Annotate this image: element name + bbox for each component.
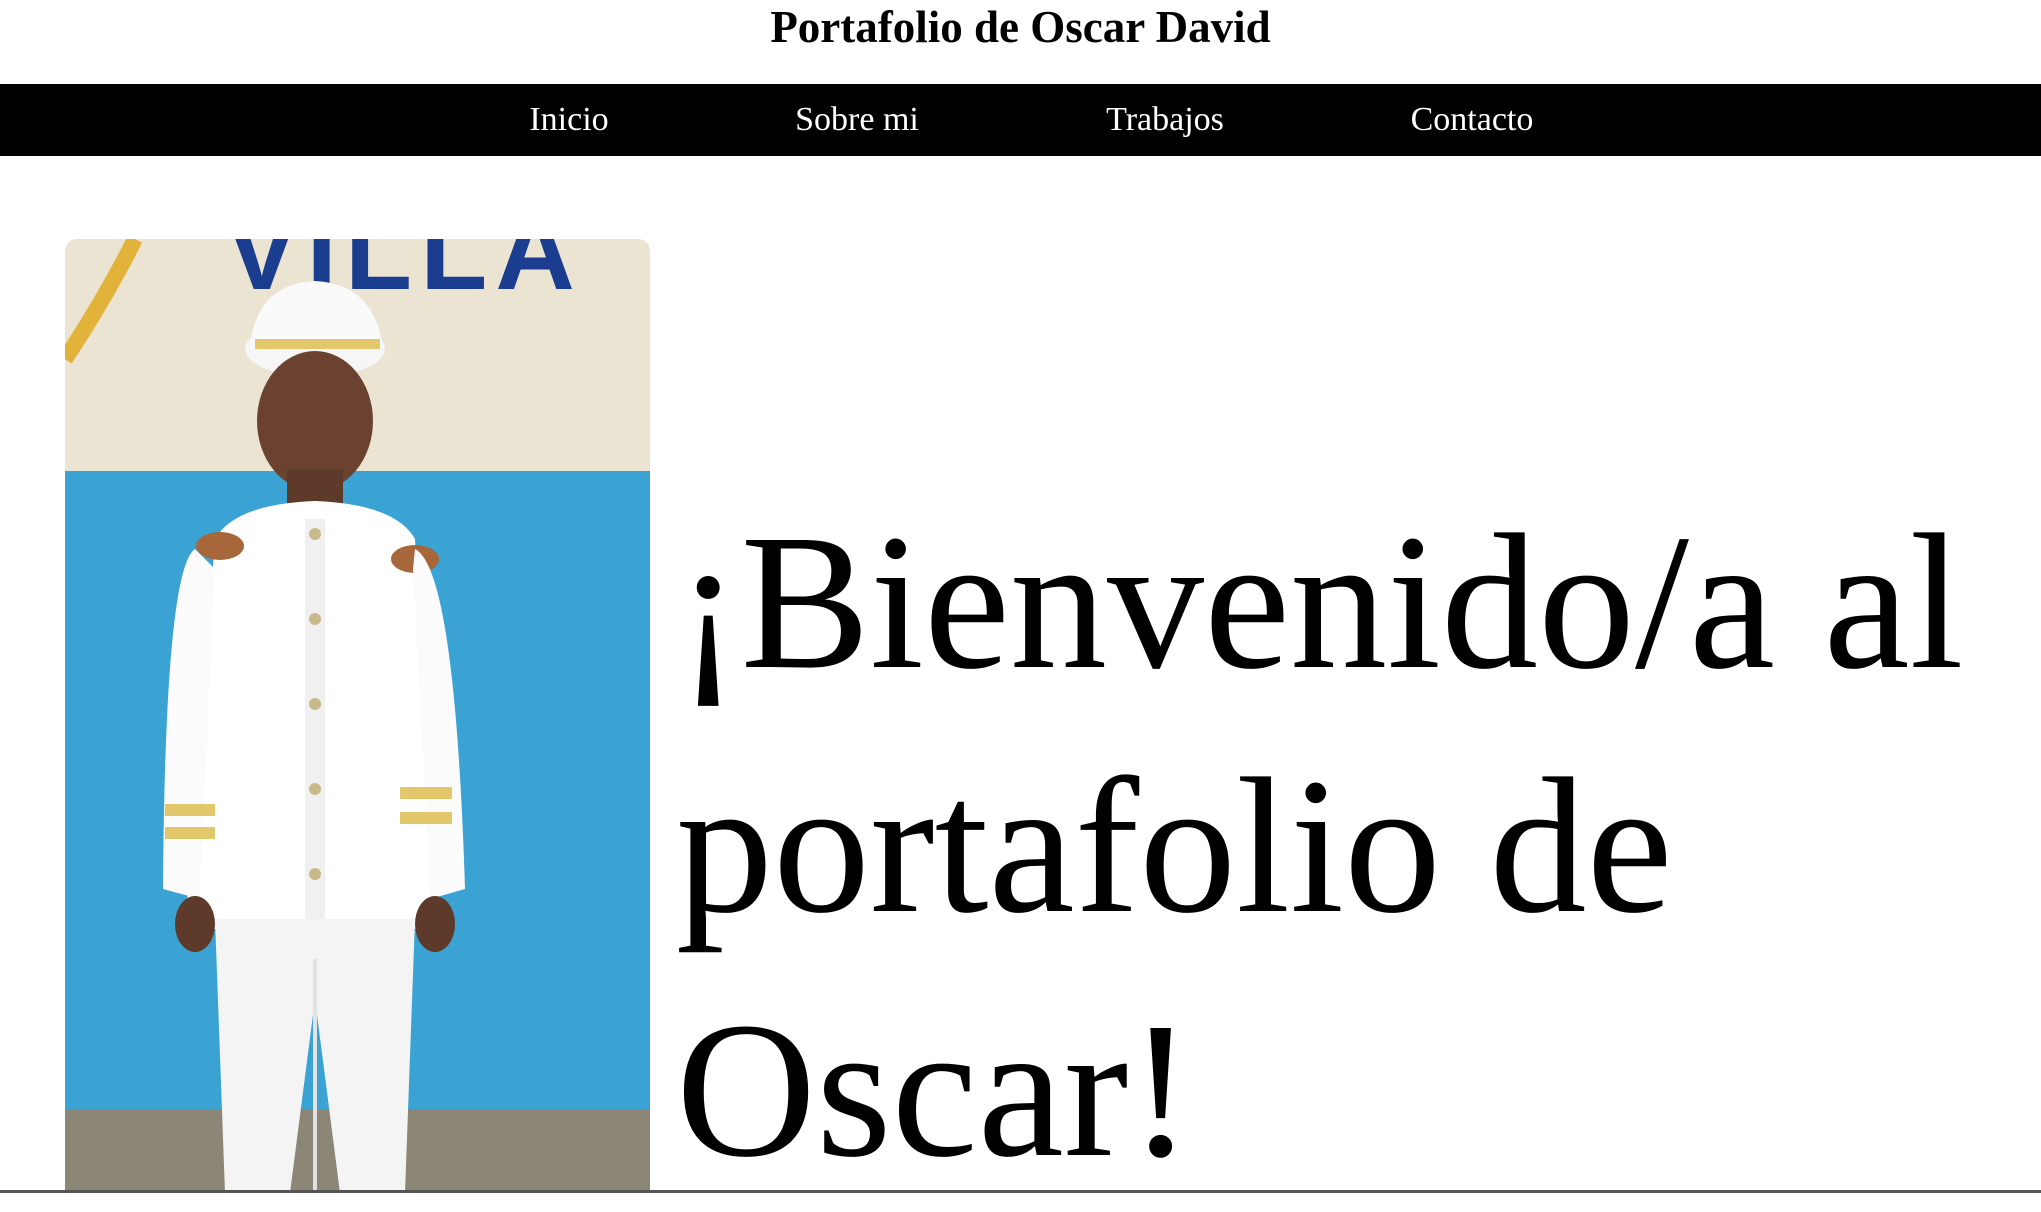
site-title: Portafolio de Oscar David (770, 2, 1271, 52)
nav-link-sobre-mi[interactable]: Sobre mi (795, 84, 919, 156)
nav-link-trabajos[interactable]: Trabajos (1106, 84, 1224, 156)
welcome-heading: ¡Bienvenido/a al portafolio de Oscar! (676, 494, 1964, 1197)
profile-photo: VILLA (65, 239, 650, 1193)
main-navbar: Inicio Sobre mi Trabajos Contacto (0, 84, 2041, 156)
nav-link-contacto[interactable]: Contacto (1411, 84, 1534, 156)
nav-link-inicio[interactable]: Inicio (529, 84, 608, 156)
